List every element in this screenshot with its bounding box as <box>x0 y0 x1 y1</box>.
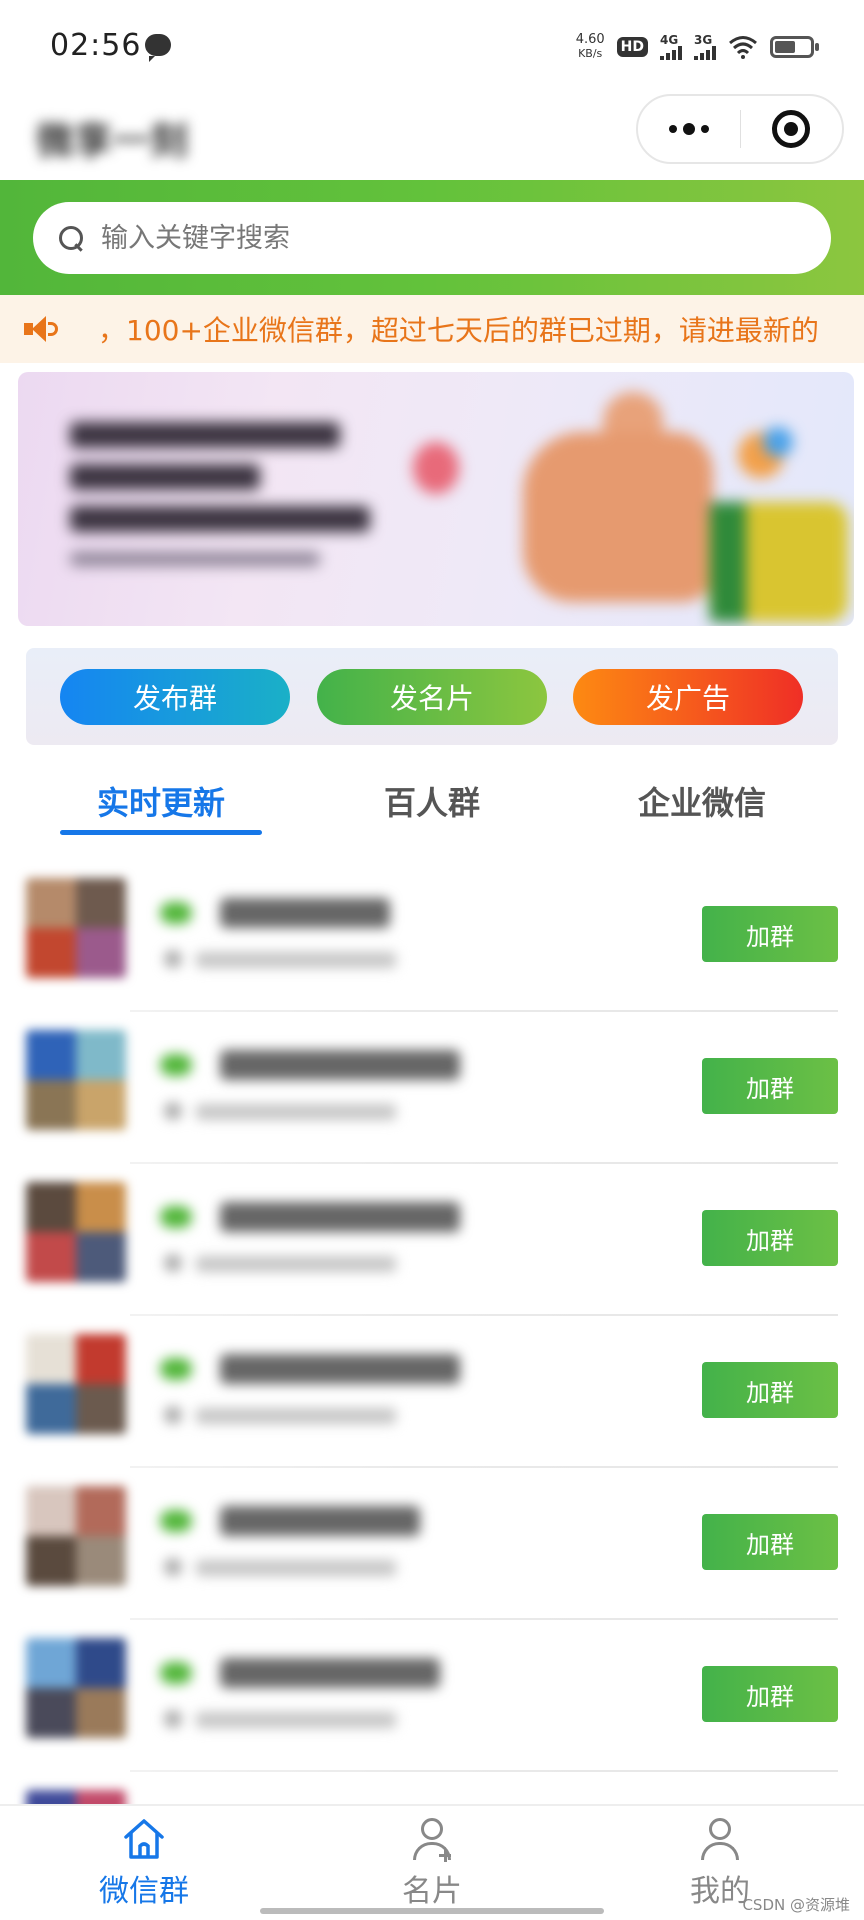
status-bar: 02:56 4.60 KB/s HD 4G 3G <box>0 0 864 92</box>
notice-text: ，100+企业微信群，超过七天后的群已过期，请进最新的 <box>98 314 819 347</box>
group-avatar <box>26 1030 126 1130</box>
search-box[interactable] <box>33 202 831 274</box>
search-header <box>0 180 864 295</box>
signal-4g-label: 4G <box>660 33 679 47</box>
miniprogram-capsule <box>636 94 844 164</box>
active-tab-indicator <box>60 830 262 835</box>
group-avatar <box>26 1486 126 1586</box>
notice-bar[interactable]: ，100+企业微信群，超过七天后的群已过期，请进最新的 <box>0 295 864 363</box>
status-icons: 4.60 KB/s HD 4G 3G <box>576 30 819 64</box>
publish-card-button[interactable]: 发名片 <box>317 669 547 725</box>
group-info-blurred <box>160 1346 500 1436</box>
tabbar-label: 微信群 <box>99 1874 189 1909</box>
join-group-button[interactable]: 加群 <box>702 1210 838 1266</box>
battery-icon <box>770 36 819 58</box>
home-icon <box>121 1816 167 1862</box>
group-avatar <box>26 1638 126 1738</box>
group-avatar <box>26 878 126 978</box>
list-item[interactable]: 加群 <box>0 1620 864 1772</box>
network-speed-value: 4.60 <box>575 32 605 47</box>
nav-bar: 微享一刻 <box>0 92 864 180</box>
list-item[interactable]: 加群 <box>0 1012 864 1164</box>
tab-realtime[interactable]: 实时更新 <box>60 778 262 824</box>
publish-group-button[interactable]: 发布群 <box>60 669 290 725</box>
tab-hundred-group[interactable]: 百人群 <box>332 778 532 824</box>
wechat-icon <box>160 1358 192 1380</box>
network-speed: 4.60 KB/s <box>576 33 605 61</box>
group-info-blurred <box>160 1498 500 1588</box>
category-tabs: 实时更新 百人群 企业微信 <box>0 768 864 838</box>
join-group-button[interactable]: 加群 <box>702 1362 838 1418</box>
status-time: 02:56 <box>50 28 142 63</box>
list-item[interactable]: 加群 <box>0 1468 864 1620</box>
tabbar-item-card[interactable]: 名片 <box>352 1816 512 1910</box>
tabbar-item-wechat-groups[interactable]: 微信群 <box>64 1816 224 1910</box>
list-item[interactable]: 加群 <box>0 860 864 1012</box>
join-group-button[interactable]: 加群 <box>702 1058 838 1114</box>
wechat-icon <box>160 902 192 924</box>
network-speed-unit: KB/s <box>578 47 603 60</box>
group-avatar <box>26 1334 126 1434</box>
tab-enterprise-wechat[interactable]: 企业微信 <box>602 778 802 824</box>
group-info-blurred <box>160 1650 500 1740</box>
group-info-blurred <box>160 1042 500 1132</box>
home-indicator[interactable] <box>260 1908 604 1914</box>
more-menu-button[interactable] <box>638 96 740 162</box>
wechat-icon <box>160 1206 192 1228</box>
join-group-button[interactable]: 加群 <box>702 1514 838 1570</box>
group-list: 加群 加群 加群 加群 加群 加群 <box>0 860 864 1820</box>
group-avatar <box>26 1182 126 1282</box>
wifi-icon <box>729 36 757 59</box>
speaker-icon <box>24 314 60 344</box>
wechat-icon <box>160 1054 192 1076</box>
join-group-button[interactable]: 加群 <box>702 1666 838 1722</box>
search-input[interactable] <box>101 222 831 254</box>
wechat-icon <box>160 1510 192 1532</box>
publish-ad-button[interactable]: 发广告 <box>573 669 803 725</box>
wechat-icon <box>160 1662 192 1684</box>
close-miniprogram-button[interactable] <box>740 96 842 162</box>
signal-3g-icon: 3G <box>694 34 716 60</box>
search-icon <box>57 224 85 252</box>
tabbar-label: 名片 <box>402 1874 462 1909</box>
watermark: CSDN @资源堆 <box>742 1896 850 1914</box>
group-info-blurred <box>160 890 500 980</box>
target-icon <box>772 110 811 148</box>
hd-voice-icon: HD <box>616 37 648 57</box>
person-icon <box>697 1816 743 1862</box>
publish-actions: 发布群 发名片 发广告 <box>26 648 838 745</box>
message-notification-icon <box>145 34 171 62</box>
signal-3g-label: 3G <box>694 33 713 47</box>
add-contact-icon <box>409 1816 455 1862</box>
group-info-blurred <box>160 1194 500 1284</box>
join-group-button[interactable]: 加群 <box>702 906 838 962</box>
promo-banner[interactable] <box>18 372 854 626</box>
list-item[interactable]: 加群 <box>0 1316 864 1468</box>
list-item[interactable]: 加群 <box>0 1164 864 1316</box>
page-title: 微享一刻 <box>36 119 189 163</box>
bottom-tab-bar: 微信群 名片 我的 <box>0 1804 864 1920</box>
signal-4g-icon: 4G <box>660 34 682 60</box>
